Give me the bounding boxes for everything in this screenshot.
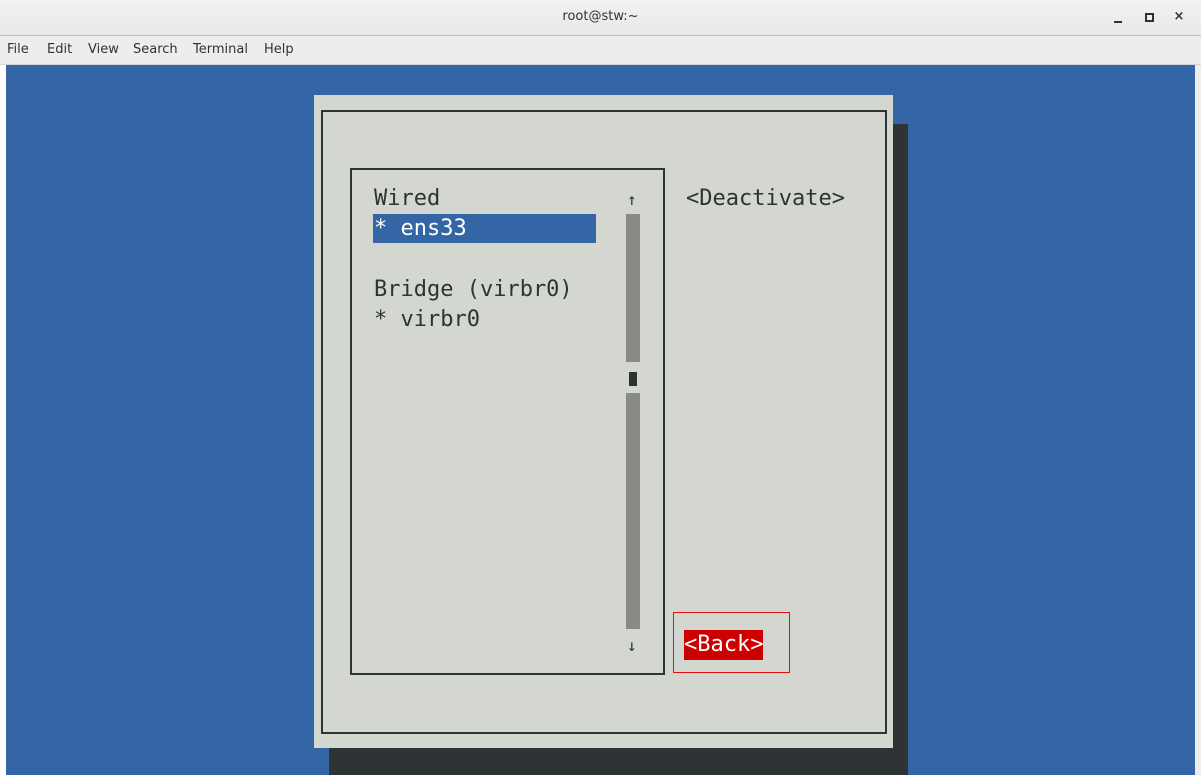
maximize-icon [1145,13,1154,22]
close-icon: × [1173,9,1185,24]
menu-edit[interactable]: Edit [47,42,72,57]
connection-item-virbr0[interactable]: * virbr0 [374,305,480,335]
connection-item-ens33[interactable]: * ens33 [374,214,467,244]
menu-file[interactable]: File [7,42,29,57]
menu-search[interactable]: Search [133,42,178,57]
minimize-button[interactable] [1107,6,1129,28]
scroll-up-arrow-icon[interactable]: ↑ [627,190,637,209]
title-bar[interactable]: root@stw:~ × [0,0,1201,36]
deactivate-button[interactable]: <Deactivate> [686,184,845,214]
connection-group-bridge: Bridge (virbr0) [374,277,573,302]
minimize-icon [1114,21,1122,23]
list-scrollbar-thumb[interactable] [629,372,637,386]
menu-help[interactable]: Help [264,42,294,57]
connection-list[interactable] [350,168,665,675]
window-title: root@stw:~ [562,9,639,24]
menu-bar: File Edit View Search Terminal Help [0,36,1201,65]
menu-view[interactable]: View [88,42,119,57]
connection-group-wired: Wired [374,186,441,211]
back-button[interactable]: <Back> [684,630,764,660]
maximize-button[interactable] [1138,6,1160,28]
list-scrollbar-track-lower[interactable] [626,393,640,629]
list-scrollbar-track-upper[interactable] [626,214,640,362]
scroll-down-arrow-icon[interactable]: ↓ [627,636,637,655]
terminal-scrollbar[interactable] [1195,65,1201,775]
close-button[interactable]: × [1168,6,1190,28]
menu-terminal[interactable]: Terminal [193,42,248,57]
terminal-window: root@stw:~ × File Edit View Search Termi… [0,0,1201,775]
